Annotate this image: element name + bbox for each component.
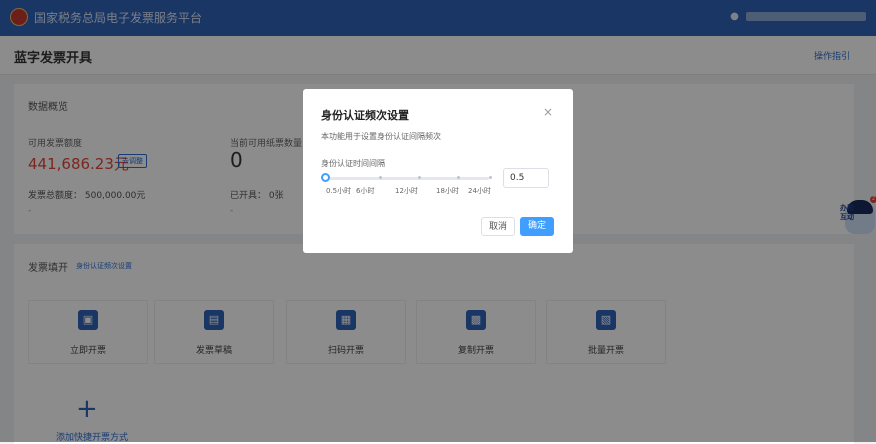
slider-stop xyxy=(379,176,382,179)
slider-mark: 0.5小时 xyxy=(326,187,352,195)
interval-slider-handle[interactable] xyxy=(321,173,330,182)
close-icon[interactable]: × xyxy=(543,105,553,119)
interval-slider-track[interactable] xyxy=(325,177,489,180)
confirm-button[interactable]: 确定 xyxy=(520,217,554,236)
slider-stop xyxy=(489,176,492,179)
slider-mark: 18小时 xyxy=(436,187,459,195)
dialog-title: 身份认证频次设置 xyxy=(321,109,409,122)
slider-mark: 24小时 xyxy=(468,187,491,195)
auth-frequency-dialog: 身份认证频次设置 × 本功能用于设置身份认证间隔频次 身份认证时间间隔 0.5小… xyxy=(303,89,573,253)
slider-stop xyxy=(418,176,421,179)
cancel-button[interactable]: 取消 xyxy=(481,217,515,236)
dialog-description: 本功能用于设置身份认证间隔频次 xyxy=(321,132,441,141)
interval-input[interactable]: 0.5 xyxy=(503,168,549,188)
slider-stop xyxy=(457,176,460,179)
slider-mark: 6小时 xyxy=(356,187,375,195)
slider-mark: 12小时 xyxy=(395,187,418,195)
interval-label: 身份认证时间间隔 xyxy=(321,159,385,168)
